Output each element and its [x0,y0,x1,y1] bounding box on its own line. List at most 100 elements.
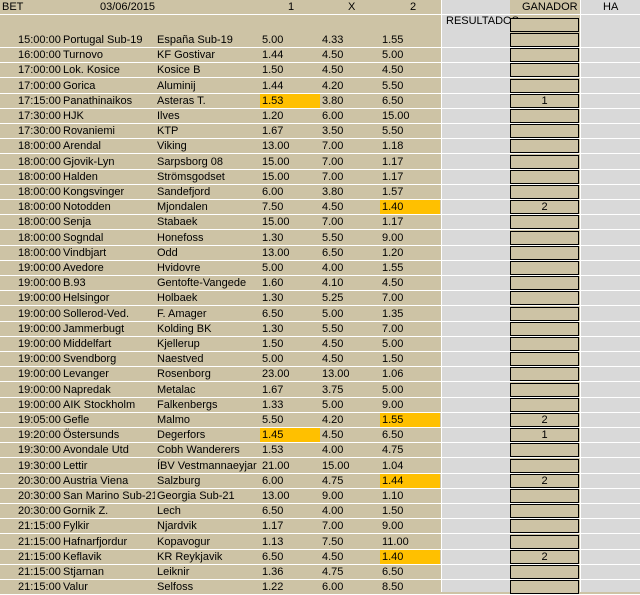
ganador-cell[interactable] [510,79,579,93]
odds-draw[interactable]: 4.50 [320,550,378,564]
odds-draw[interactable]: 7.00 [320,139,378,153]
odds-home[interactable]: 7.50 [260,200,320,214]
ganador-cell[interactable] [510,246,579,260]
odds-away[interactable]: 1.50 [380,352,440,366]
odds-home[interactable]: 21.00 [260,459,320,473]
odds-draw[interactable]: 7.00 [320,519,378,533]
odds-draw[interactable]: 9.00 [320,489,378,503]
odds-away[interactable]: 4.75 [380,443,440,457]
odds-home[interactable]: 1.50 [260,63,320,77]
odds-draw[interactable]: 4.00 [320,443,378,457]
ganador-cell[interactable] [510,155,579,169]
odds-away[interactable]: 5.50 [380,79,440,93]
odds-draw[interactable]: 15.00 [320,459,378,473]
odds-home[interactable]: 23.00 [260,367,320,381]
odds-away[interactable]: 5.00 [380,383,440,397]
odds-draw[interactable]: 4.00 [320,261,378,275]
odds-away[interactable]: 1.18 [380,139,440,153]
odds-draw[interactable]: 7.50 [320,535,378,549]
ganador-cell[interactable] [510,109,579,123]
ganador-cell[interactable] [510,383,579,397]
odds-away[interactable]: 1.17 [380,215,440,229]
odds-draw[interactable]: 4.50 [320,48,378,62]
ganador-cell[interactable]: 1 [510,94,579,108]
ganador-cell[interactable] [510,185,579,199]
ganador-cell[interactable] [510,352,579,366]
odds-draw[interactable]: 5.50 [320,231,378,245]
odds-away[interactable]: 1.50 [380,504,440,518]
ganador-cell[interactable] [510,337,579,351]
odds-home[interactable]: 1.44 [260,79,320,93]
odds-home[interactable]: 1.67 [260,383,320,397]
odds-draw[interactable]: 7.00 [320,215,378,229]
odds-home[interactable]: 1.67 [260,124,320,138]
odds-draw[interactable]: 6.00 [320,109,378,123]
ganador-cell[interactable]: 2 [510,200,579,214]
odds-home[interactable]: 6.50 [260,550,320,564]
ganador-cell[interactable] [510,443,579,457]
odds-draw[interactable]: 4.10 [320,276,378,290]
odds-draw[interactable]: 4.20 [320,79,378,93]
odds-away[interactable]: 4.50 [380,63,440,77]
odds-draw[interactable]: 4.50 [320,200,378,214]
odds-away[interactable]: 9.00 [380,231,440,245]
odds-away[interactable]: 11.00 [380,535,440,549]
odds-away[interactable]: 4.50 [380,276,440,290]
odds-draw[interactable]: 4.00 [320,504,378,518]
odds-away[interactable]: 1.04 [380,459,440,473]
ganador-cell[interactable]: 1 [510,428,579,442]
ganador-cell[interactable] [510,215,579,229]
odds-home[interactable]: 6.50 [260,307,320,321]
odds-home[interactable]: 1.53 [260,94,320,108]
odds-draw[interactable]: 3.75 [320,383,378,397]
odds-draw[interactable]: 5.00 [320,398,378,412]
odds-draw[interactable]: 4.50 [320,352,378,366]
odds-draw[interactable]: 3.80 [320,185,378,199]
odds-away[interactable]: 1.55 [380,261,440,275]
odds-draw[interactable]: 3.50 [320,124,378,138]
ganador-cell[interactable] [510,398,579,412]
odds-away[interactable]: 6.50 [380,565,440,579]
ganador-cell[interactable] [510,33,579,47]
odds-home[interactable]: 13.00 [260,246,320,260]
ganador-cell[interactable] [510,231,579,245]
odds-draw[interactable]: 3.80 [320,94,378,108]
odds-away[interactable]: 1.20 [380,246,440,260]
odds-away[interactable]: 1.55 [380,413,440,427]
odds-away[interactable]: 9.00 [380,398,440,412]
odds-draw[interactable]: 4.20 [320,413,378,427]
odds-home[interactable]: 15.00 [260,170,320,184]
ganador-cell[interactable] [510,276,579,290]
odds-home[interactable]: 1.20 [260,109,320,123]
odds-home[interactable]: 5.00 [260,352,320,366]
ganador-cell[interactable] [510,63,579,77]
ganador-cell[interactable] [510,565,579,579]
odds-away[interactable]: 1.44 [380,474,440,488]
odds-draw[interactable]: 5.50 [320,322,378,336]
odds-draw[interactable]: 6.50 [320,246,378,260]
odds-draw[interactable]: 7.00 [320,170,378,184]
odds-away[interactable]: 9.00 [380,519,440,533]
odds-home[interactable]: 1.30 [260,322,320,336]
odds-home[interactable]: 1.30 [260,291,320,305]
odds-away[interactable]: 15.00 [380,109,440,123]
ganador-cell[interactable] [510,170,579,184]
odds-draw[interactable]: 13.00 [320,367,378,381]
odds-home[interactable]: 5.50 [260,413,320,427]
ganador-cell[interactable] [510,504,579,518]
odds-away[interactable]: 5.00 [380,48,440,62]
ganador-cell[interactable] [510,124,579,138]
odds-draw[interactable]: 4.33 [320,33,378,47]
odds-home[interactable]: 1.45 [260,428,320,442]
odds-away[interactable]: 1.40 [380,550,440,564]
odds-home[interactable]: 1.44 [260,48,320,62]
odds-away[interactable]: 1.40 [380,200,440,214]
ganador-cell[interactable]: 2 [510,413,579,427]
odds-draw[interactable]: 4.75 [320,565,378,579]
odds-away[interactable]: 1.57 [380,185,440,199]
ganador-cell[interactable] [510,48,579,62]
ganador-cell[interactable] [510,322,579,336]
odds-away[interactable]: 7.00 [380,322,440,336]
odds-home[interactable]: 1.13 [260,535,320,549]
ganador-cell[interactable] [510,459,579,473]
